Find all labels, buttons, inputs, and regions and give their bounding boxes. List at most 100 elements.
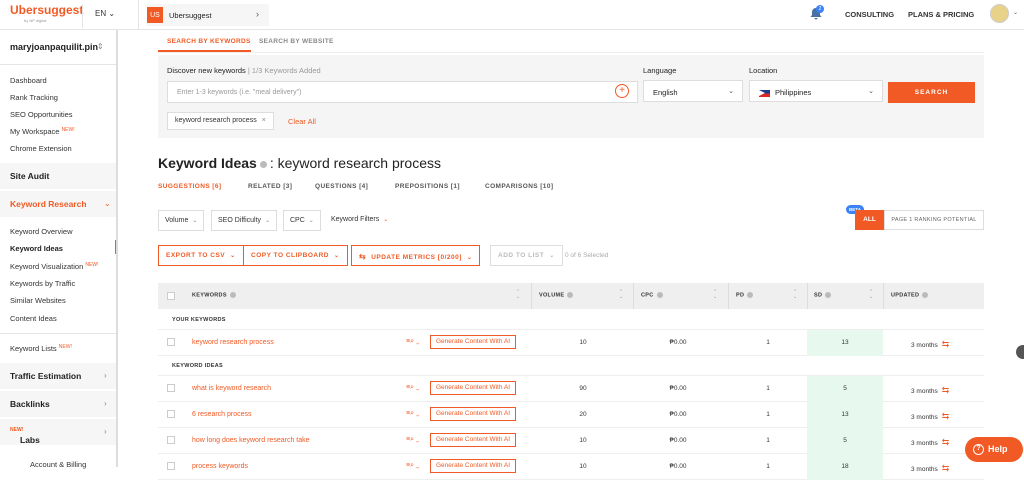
col-volume[interactable]: VOLUME [539,292,574,298]
volume-filter[interactable]: Volume ⌄ [158,210,205,231]
keyword-link[interactable]: what is keyword research [192,385,271,392]
sidebar-item-keyword-overview[interactable]: Keyword Overview [10,227,73,236]
project-selector[interactable]: US Ubersuggest › [147,4,269,26]
sidebar-scrollbar[interactable] [116,30,118,467]
sidebar-username[interactable]: maryjoanpaquilit.pin [10,42,98,52]
row-checkbox[interactable] [167,410,175,418]
info-icon [259,160,267,168]
sidebar-item-dashboard[interactable]: Dashboard [10,76,47,85]
tab-related[interactable]: RELATED [3] [248,183,292,190]
generate-ai-button[interactable]: Generate Content With AI [430,433,517,447]
language-select[interactable]: English ⌄ [643,80,743,102]
location-select[interactable]: Philippines ⌄ [749,80,883,102]
generate-ai-button[interactable]: Generate Content With AI [430,335,517,349]
ubersuggest-logo[interactable]: Ubersuggest by NP digital [10,3,83,23]
divider [0,333,117,334]
sidebar-item-rank-tracking[interactable]: Rank Tracking [10,93,58,102]
sidebar-item-keyword-ideas[interactable]: Keyword Ideas [10,244,63,253]
sort-icon[interactable]: ⌃ ⌄ [619,290,623,300]
philippines-flag-icon [759,89,770,97]
copy-clipboard-button[interactable]: COPY TO CLIPBOARD ⌄ [243,245,348,266]
sidebar-item-my-workspace[interactable]: My Workspace NEW! [10,127,75,136]
sidebar-item-keywords-by-traffic[interactable]: Keywords by Traffic [10,279,75,288]
tab-suggestions[interactable]: SUGGESTIONS [6] [158,183,221,190]
serp-icon[interactable]: ≡⌕ ⌄ [406,410,419,418]
keyword-input[interactable]: Enter 1-3 keywords (i.e. "meal delivery"… [167,81,638,103]
serp-icon[interactable]: ≡⌕ ⌄ [406,436,419,444]
keyword-link[interactable]: 6 research process [192,411,252,418]
sidebar-item-seo-opportunities[interactable]: SEO Opportunities [10,110,73,119]
sidebar-item-traffic-estimation[interactable]: Traffic Estimation › [0,363,117,389]
keyword-filters[interactable]: Keyword Filters ⌄ [325,210,395,231]
tab-search-by-keywords[interactable]: SEARCH BY KEYWORDS [167,38,251,45]
sort-icon[interactable]: ⌃ ⌄ [516,290,520,300]
col-keywords[interactable]: KEYWORDS [192,292,236,298]
row-checkbox[interactable] [167,462,175,470]
sidebar-item-backlinks[interactable]: Backlinks › [0,391,117,417]
updated-cell: 3 months ⇆ [911,411,950,421]
tab-prepositions[interactable]: PREPOSITIONS [1] [395,183,460,190]
col-cpc[interactable]: CPC [641,292,663,298]
add-to-list-button[interactable]: ADD TO LIST ⌄ [490,245,563,266]
table-row: how long does keyword research take ≡⌕ ⌄… [158,428,984,454]
generate-ai-button[interactable]: Generate Content With AI [430,459,517,473]
divider [82,4,83,28]
col-sd[interactable]: SD [814,292,832,298]
sidebar-item-keyword-lists[interactable]: Keyword Lists NEW! [10,344,72,353]
sidebar-item-account-billing[interactable]: Account & Billing [30,460,86,469]
keyword-link[interactable]: keyword research process [192,339,274,346]
updated-cell: 3 months ⇆ [911,339,950,349]
expand-icon[interactable]: ⇕ [97,42,104,51]
sd-cell: 5 [843,437,847,444]
row-checkbox[interactable] [167,338,175,346]
location-label: Location [749,66,778,75]
col-pd[interactable]: PD [736,292,754,298]
all-toggle[interactable]: ALL [855,210,884,230]
sidebar-item-similar-websites[interactable]: Similar Websites [10,296,66,305]
row-checkbox[interactable] [167,384,175,392]
update-metrics-button[interactable]: ⇆ UPDATE METRICS [0/200] ⌄ [351,245,481,266]
export-csv-button[interactable]: EXPORT TO CSV ⌄ [158,245,244,266]
keyword-chip[interactable]: keyword research process × [167,112,274,130]
generate-ai-button[interactable]: Generate Content With AI [430,381,517,395]
page1-ranking-toggle[interactable]: PAGE 1 RANKING POTENTIAL [884,210,984,230]
tab-comparisons[interactable]: COMPARISONS [10] [485,183,553,190]
serp-icon[interactable]: ≡⌕ ⌄ [406,462,419,470]
question-icon: ? [973,444,984,456]
sort-icon[interactable]: ⌃ ⌄ [793,290,797,300]
chevron-down-icon[interactable]: ⌄ [1013,9,1018,16]
language-switcher[interactable]: EN ⌄ [95,9,115,18]
consulting-link[interactable]: CONSULTING [845,10,894,19]
side-panel-toggle[interactable] [1016,345,1024,359]
refresh-icon: ⇆ [941,411,950,421]
sidebar-item-chrome-extension[interactable]: Chrome Extension [10,144,72,153]
generate-ai-button[interactable]: Generate Content With AI [430,407,517,421]
serp-icon[interactable]: ≡⌕ ⌄ [406,338,419,346]
sidebar: maryjoanpaquilit.pin ⇕ Dashboard Rank Tr… [0,30,118,469]
pd-cell: 1 [766,411,770,418]
sidebar-item-content-ideas[interactable]: Content Ideas [10,314,57,323]
col-updated[interactable]: UPDATED [891,292,929,298]
tab-questions[interactable]: QUESTIONS [4] [315,183,368,190]
avatar[interactable] [990,4,1009,23]
sidebar-item-labs[interactable]: Labs NEW! › [0,419,117,445]
sidebar-item-keyword-visualization[interactable]: Keyword Visualization NEW! [10,262,98,271]
row-checkbox[interactable] [167,436,175,444]
tab-search-by-website[interactable]: SEARCH BY WEBSITE [259,38,334,45]
sort-icon[interactable]: ⌃ ⌄ [869,290,873,300]
plans-pricing-link[interactable]: PLANS & PRICING [908,10,974,19]
sidebar-item-keyword-research[interactable]: Keyword Research ⌄ [0,191,117,217]
cpc-filter[interactable]: CPC ⌄ [283,210,321,231]
chevron-down-icon: ⌄ [868,88,874,95]
serp-icon[interactable]: ≡⌕ ⌄ [406,384,419,392]
updated-cell: 3 months ⇆ [911,385,950,395]
sidebar-item-site-audit[interactable]: Site Audit [0,163,117,189]
keyword-link[interactable]: how long does keyword research take [192,437,310,444]
clear-all-link[interactable]: Clear All [288,117,316,126]
add-keyword-icon[interactable]: + [615,84,629,98]
search-button[interactable]: SEARCH [888,82,975,103]
help-button[interactable]: ? Help [965,437,1023,462]
seo-difficulty-filter[interactable]: SEO Difficulty ⌄ [211,210,278,231]
select-all-checkbox[interactable] [167,292,175,300]
sort-icon[interactable]: ⌃ ⌄ [713,290,717,300]
